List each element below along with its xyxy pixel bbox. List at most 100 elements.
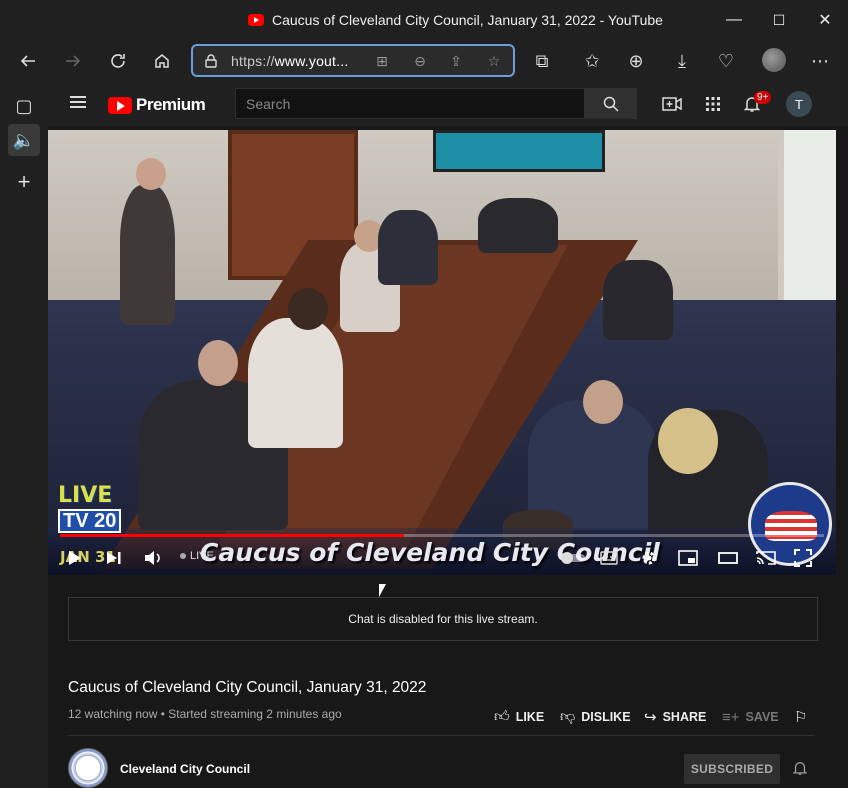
maximize-button[interactable]: ☐ — [764, 8, 794, 32]
live-indicator-label: LIVE — [190, 550, 214, 562]
downloads-icon[interactable]: ⤓ — [668, 48, 696, 74]
report-button[interactable]: ⚐ — [794, 707, 807, 727]
home-button[interactable] — [148, 48, 176, 74]
share-page-icon[interactable]: ⇪ — [447, 52, 465, 70]
video-meta: 12 watching now • Started streaming 2 mi… — [68, 707, 342, 721]
add-favorite-icon[interactable]: ☆ — [485, 52, 503, 70]
collections-icon[interactable]: ⊕ — [622, 48, 650, 74]
create-video-icon[interactable] — [660, 93, 684, 115]
back-arrow-icon — [20, 55, 35, 67]
forward-button[interactable] — [59, 48, 87, 74]
play-button[interactable] — [68, 546, 82, 570]
like-button[interactable]: 👍︎ LIKE — [494, 707, 544, 727]
browser-titlebar: Caucus of Cleveland City Council, Januar… — [0, 0, 848, 40]
progress-bar[interactable] — [60, 534, 824, 537]
browser-essentials-icon[interactable]: ♡ — [712, 48, 740, 74]
minimize-button[interactable]: — — [719, 8, 749, 32]
share-arrow-icon: ↪ — [644, 709, 657, 726]
dislike-button[interactable]: 👎︎ DISLIKE — [560, 707, 631, 727]
video-caption: Caucus of Cleveland City Council — [200, 538, 660, 567]
next-icon — [107, 552, 121, 564]
tab-actions-icon[interactable]: ▢ — [8, 90, 40, 122]
subscribed-button[interactable]: SUBSCRIBED — [684, 754, 780, 784]
video-person-head — [583, 380, 623, 424]
thumbs-up-icon: 👍︎ — [494, 708, 510, 725]
theater-mode-button[interactable] — [718, 546, 738, 570]
miniplayer-button[interactable] — [678, 546, 698, 570]
play-icon — [69, 551, 81, 565]
back-button[interactable] — [14, 48, 42, 74]
favorites-icon[interactable]: ✩ — [578, 48, 606, 74]
youtube-logo-text: Premium — [136, 95, 206, 114]
divider — [68, 735, 814, 736]
video-person — [120, 185, 175, 325]
live-chat-panel: Chat is disabled for this live stream. — [68, 597, 818, 641]
youtube-logo[interactable]: Premium — [108, 95, 206, 115]
volume-icon — [145, 551, 160, 565]
search-input[interactable] — [246, 95, 584, 112]
channel-notification-bell-icon[interactable] — [792, 760, 808, 780]
fullscreen-icon — [794, 549, 812, 567]
lock-icon — [205, 53, 217, 68]
search-box — [235, 88, 585, 119]
extensions-icon[interactable]: ⧉ — [528, 48, 556, 74]
apps-grid-icon[interactable] — [701, 93, 725, 115]
share-label: SHARE — [662, 710, 707, 724]
cast-button[interactable] — [756, 546, 776, 570]
user-avatar[interactable]: T — [786, 91, 812, 117]
settings-button[interactable] — [640, 546, 658, 570]
channel-name[interactable]: Cleveland City Council — [120, 762, 250, 776]
video-person — [478, 198, 558, 253]
address-text: https://www.yout... — [231, 53, 348, 69]
forward-arrow-icon — [66, 55, 81, 67]
zoom-out-icon[interactable]: ⊖ — [411, 52, 429, 70]
live-logo-text: LIVE — [58, 483, 113, 508]
browser-toolbar: https://www.yout... ⊞ ⊖ ⇪ ☆ ⧉ ✩ ⊕ ⤓ ♡ ⋯ — [0, 40, 848, 82]
autoplay-icon — [561, 552, 585, 564]
subtitles-button[interactable] — [600, 546, 618, 570]
progress-bar-fill — [60, 534, 404, 537]
live-dot-icon — [180, 553, 186, 559]
next-button[interactable] — [106, 546, 122, 570]
miniplayer-icon — [678, 550, 698, 566]
youtube-favicon-icon — [248, 14, 264, 26]
search-icon — [603, 96, 619, 112]
more-menu-icon[interactable]: ⋯ — [806, 48, 834, 74]
refresh-icon — [111, 54, 125, 68]
address-bar[interactable]: https://www.yout... ⊞ ⊖ ⇪ ☆ — [191, 44, 515, 77]
live-indicator[interactable]: LIVE — [180, 550, 214, 562]
new-tab-icon[interactable]: + — [8, 166, 40, 198]
fullscreen-button[interactable] — [794, 546, 812, 570]
autoplay-toggle[interactable] — [560, 546, 586, 570]
cast-icon — [756, 551, 776, 565]
refresh-button[interactable] — [104, 48, 132, 74]
video-person — [248, 318, 343, 448]
youtube-play-icon — [108, 96, 132, 114]
menu-icon[interactable] — [70, 96, 86, 108]
gear-icon — [642, 551, 656, 565]
thumbs-down-icon: 👎︎ — [560, 708, 576, 725]
flag-icon: ⚐ — [794, 709, 808, 726]
video-person-head — [198, 340, 238, 386]
home-icon — [155, 54, 169, 68]
vertical-tabs-sidebar: ▢ 🔈 + — [0, 82, 48, 788]
video-person-head — [658, 408, 718, 474]
channel-avatar[interactable] — [68, 748, 108, 788]
close-button[interactable]: ✕ — [810, 8, 840, 32]
volume-button[interactable] — [144, 546, 162, 570]
add-to-playlist-icon: ≡+ — [722, 708, 740, 726]
window-title-text: Caucus of Cleveland City Council, Januar… — [272, 12, 663, 28]
video-player[interactable]: LIVE TV 20 JAN 31 Caucus of Cleveland Ci… — [48, 130, 836, 575]
address-host: www.yout... — [274, 52, 349, 69]
address-prefix: https:// — [231, 52, 275, 69]
share-button[interactable]: ↪ SHARE — [644, 707, 706, 727]
save-button[interactable]: ≡+ SAVE — [722, 707, 779, 727]
sidebar-tab-youtube[interactable]: 🔈 — [8, 124, 40, 156]
app-available-icon[interactable]: ⊞ — [373, 52, 391, 70]
video-person — [378, 210, 438, 285]
browser-profile-avatar[interactable] — [762, 48, 786, 72]
search-button[interactable] — [585, 88, 637, 119]
video-person-head — [136, 158, 166, 190]
subtitles-icon — [600, 551, 618, 565]
mouse-cursor-icon — [378, 583, 386, 597]
